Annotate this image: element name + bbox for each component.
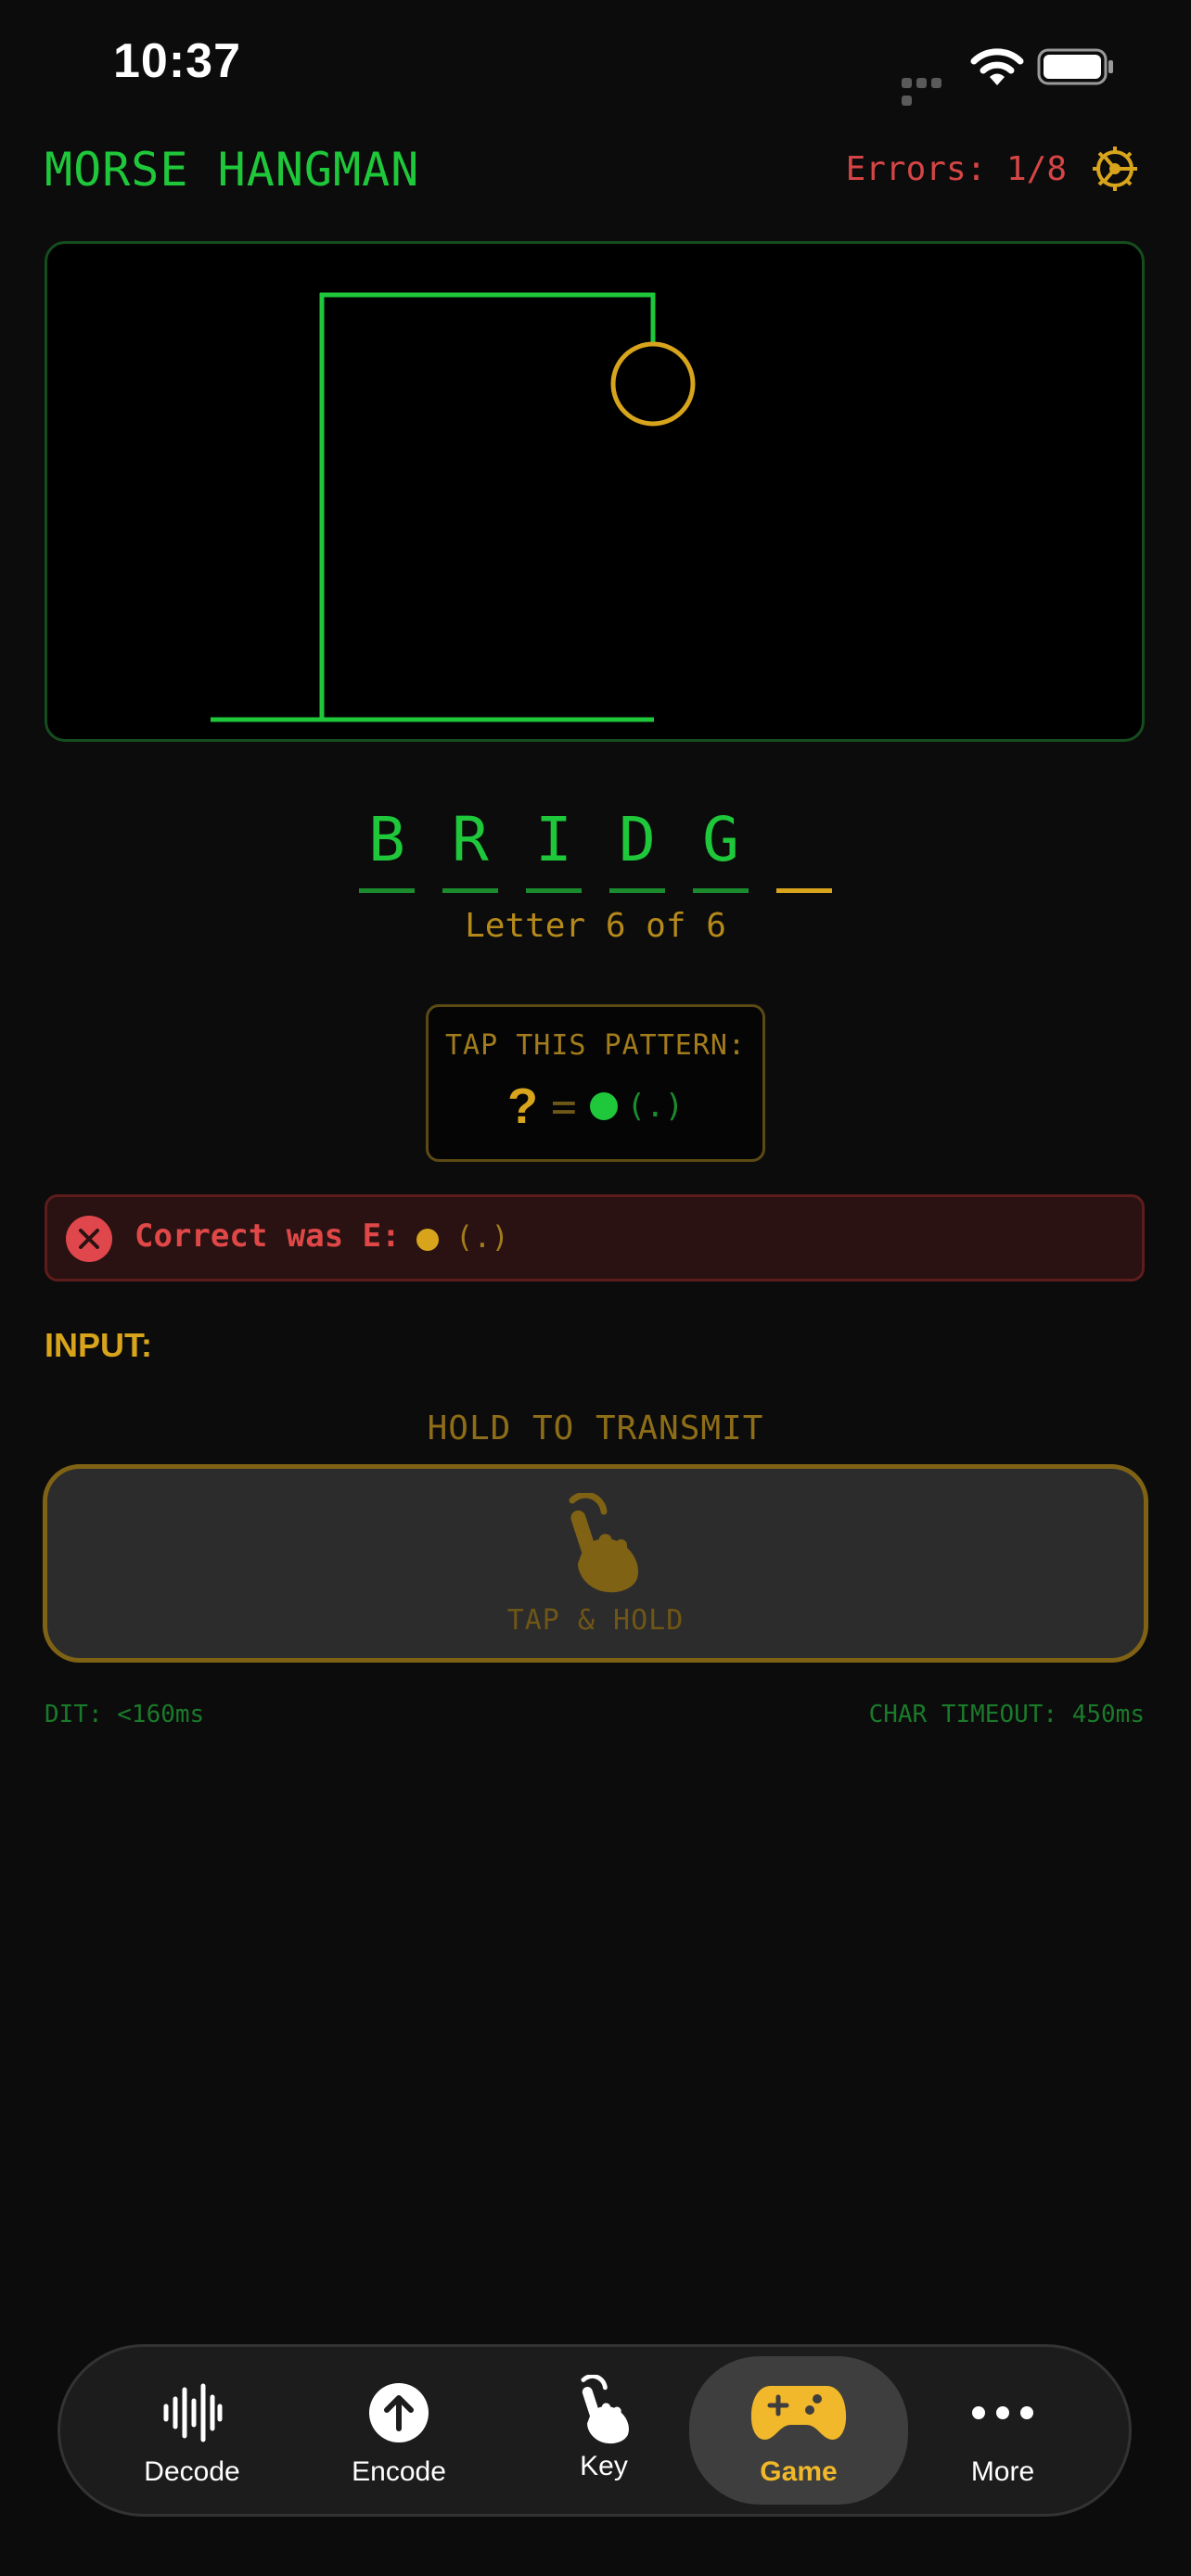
tab-label: Game <box>760 2456 838 2487</box>
letter-underline <box>442 888 498 893</box>
letter-slot: G <box>693 801 749 893</box>
pattern-title: TAP THIS PATTERN: <box>444 1029 747 1062</box>
letter-slot-current <box>776 801 832 893</box>
letter-progress: Letter 6 of 6 <box>465 907 726 945</box>
letter <box>776 801 832 879</box>
tab-key[interactable]: Key <box>494 2356 713 2505</box>
letter-underline <box>526 888 582 893</box>
letter-slot: B <box>359 801 415 893</box>
word-display: BRIDG <box>0 801 1191 893</box>
letter: G <box>702 804 739 875</box>
tap-hold-label: TAP & HOLD <box>506 1604 685 1637</box>
dit-dot-icon <box>416 1229 439 1251</box>
tab-label: Key <box>580 2451 628 2481</box>
tab-bar: Decode Encode Key Game More <box>58 2344 1132 2517</box>
tab-encode[interactable]: Encode <box>289 2356 508 2505</box>
equals-sign: = <box>550 1081 577 1131</box>
error-x-icon <box>66 1216 112 1262</box>
letter-underline <box>609 888 665 893</box>
feedback-code: (.) <box>455 1219 509 1255</box>
char-timeout: CHAR TIMEOUT: 450ms <box>868 1701 1145 1728</box>
dit-dot-icon <box>589 1092 618 1120</box>
unknown-letter: ? <box>506 1078 538 1134</box>
tap-hold-button[interactable]: TAP & HOLD <box>43 1464 1148 1663</box>
letter-underline <box>693 888 749 893</box>
gallows-drawing <box>211 292 696 722</box>
letter: D <box>619 804 656 875</box>
tab-decode[interactable]: Decode <box>83 2356 301 2505</box>
letter-underline-current <box>776 888 832 893</box>
hangman-drawing-panel <box>45 241 1145 742</box>
app-title: MORSE HANGMAN <box>45 143 420 197</box>
tab-label: Decode <box>144 2456 240 2487</box>
letter-underline <box>359 888 415 893</box>
arrow-up-circle-icon <box>369 2383 429 2442</box>
letter-slot: D <box>609 801 665 893</box>
status-time: 10:37 <box>113 34 241 88</box>
letter: I <box>535 804 572 875</box>
gamecontroller-icon <box>750 2386 847 2440</box>
hold-to-transmit-label: HOLD TO TRANSMIT <box>427 1409 764 1447</box>
dit-threshold: DIT: <160ms <box>45 1701 205 1728</box>
target-pattern-box: TAP THIS PATTERN: ? = (.) <box>426 1004 765 1162</box>
error-feedback-banner: Correct was E: (.) <box>45 1194 1145 1282</box>
hangman-head <box>610 341 696 427</box>
letter-slot: I <box>526 801 582 893</box>
pattern-code: (.) <box>626 1088 685 1125</box>
hand-tap-icon <box>581 2375 629 2444</box>
ellipsis-icon <box>972 2406 1033 2419</box>
error-counter: Errors: 1/8 <box>845 150 1067 188</box>
tab-label: More <box>970 2456 1035 2487</box>
feedback-text: Correct was E: <box>134 1218 401 1255</box>
pattern-line: ? = (.) <box>429 1078 762 1134</box>
letter: R <box>452 804 489 875</box>
letter: B <box>368 804 405 875</box>
cellular-signal-icon <box>902 74 959 106</box>
input-label: INPUT: <box>45 1326 152 1364</box>
hand-tap-icon <box>569 1493 639 1593</box>
tab-game[interactable]: Game <box>689 2356 908 2505</box>
battery-icon <box>1037 48 1113 85</box>
waveform-icon <box>163 2383 223 2442</box>
tab-label: Encode <box>352 2456 446 2487</box>
letter-slot: R <box>442 801 498 893</box>
settings-gear-icon[interactable] <box>1087 141 1143 197</box>
tab-more[interactable]: More <box>893 2356 1112 2505</box>
wifi-icon <box>970 48 1024 85</box>
